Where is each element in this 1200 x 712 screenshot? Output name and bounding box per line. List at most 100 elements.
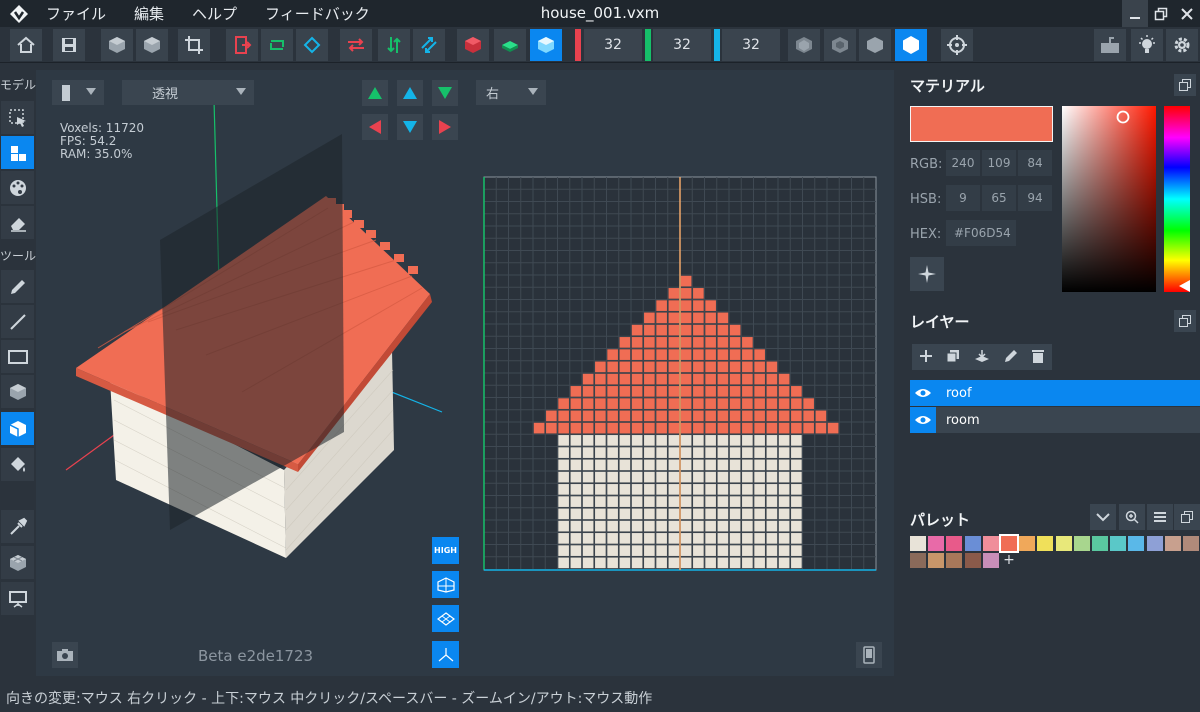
swap-z-icon[interactable] bbox=[413, 29, 445, 61]
chevron-down-icon[interactable] bbox=[1090, 504, 1116, 530]
wall-view-icon[interactable] bbox=[432, 571, 459, 598]
projection-select[interactable]: 透視 bbox=[122, 80, 254, 105]
minimize-icon[interactable] bbox=[1122, 0, 1148, 27]
rgb-b-field[interactable]: 84 bbox=[1018, 150, 1052, 176]
add-color-button[interactable]: + bbox=[1001, 553, 1017, 568]
crop-icon[interactable] bbox=[178, 29, 210, 61]
palette-swatch[interactable] bbox=[1128, 536, 1145, 551]
arrow-up-green-icon[interactable] bbox=[362, 80, 388, 106]
palette-swatch[interactable] bbox=[1164, 536, 1181, 551]
size-x-field[interactable]: 32 bbox=[584, 29, 642, 61]
refresh-icon[interactable] bbox=[261, 29, 293, 61]
cube-grid-icon[interactable] bbox=[1, 546, 34, 579]
palette-swatch[interactable] bbox=[964, 553, 981, 568]
home-icon[interactable] bbox=[10, 29, 42, 61]
menu-feedback[interactable]: フィードバック bbox=[265, 3, 370, 24]
popout-icon[interactable] bbox=[1174, 310, 1196, 332]
sparkle-icon[interactable] bbox=[910, 257, 944, 291]
device-icon[interactable] bbox=[856, 642, 882, 668]
pencil-icon[interactable] bbox=[1, 270, 34, 303]
palette-swatch[interactable] bbox=[928, 553, 945, 568]
presentation-icon[interactable] bbox=[1, 582, 34, 615]
cube-wire-icon[interactable] bbox=[824, 29, 856, 61]
eraser-icon[interactable] bbox=[1, 206, 34, 239]
camera-icon[interactable] bbox=[52, 642, 78, 668]
palette-swatch[interactable] bbox=[946, 536, 963, 551]
close-icon[interactable] bbox=[1174, 0, 1200, 27]
quality-toggle[interactable]: HIGH bbox=[432, 537, 459, 564]
save-icon[interactable] bbox=[53, 29, 85, 61]
duplicate-layer-icon[interactable] bbox=[946, 348, 960, 367]
floor-view-icon[interactable] bbox=[432, 605, 459, 632]
display-mode-select[interactable] bbox=[52, 80, 104, 105]
palette-swatch[interactable] bbox=[999, 534, 1019, 553]
palette-swatch[interactable] bbox=[1110, 536, 1127, 551]
swap-x-icon[interactable] bbox=[340, 29, 372, 61]
cube-red-icon[interactable] bbox=[457, 29, 489, 61]
gear-icon[interactable] bbox=[1166, 29, 1198, 61]
3d-viewport[interactable]: 透視 Voxels: 11720 FPS: 54.2 RAM: 35.0% 右 … bbox=[36, 70, 894, 676]
cube-green-icon[interactable] bbox=[494, 29, 526, 61]
palette-swatch[interactable] bbox=[910, 553, 926, 568]
palette-swatch[interactable] bbox=[982, 536, 999, 551]
cube-blue-icon[interactable] bbox=[530, 29, 562, 61]
cube-up-icon[interactable] bbox=[101, 29, 133, 61]
bulb-icon[interactable] bbox=[1131, 29, 1163, 61]
arrow-down-green-icon[interactable] bbox=[432, 80, 458, 106]
palette-swatch[interactable] bbox=[928, 536, 945, 551]
palette-swatch[interactable] bbox=[946, 553, 963, 568]
hsb-b-field[interactable]: 94 bbox=[1018, 185, 1052, 211]
palette-swatch[interactable] bbox=[964, 536, 981, 551]
palette-swatch[interactable] bbox=[1037, 536, 1054, 551]
box-icon[interactable] bbox=[1, 375, 34, 408]
hue-slider[interactable] bbox=[1164, 106, 1190, 292]
export-icon[interactable] bbox=[226, 29, 258, 61]
target-icon[interactable] bbox=[941, 29, 973, 61]
add-layer-icon[interactable] bbox=[919, 348, 933, 367]
menu-help[interactable]: ヘルプ bbox=[192, 3, 237, 24]
menu-file[interactable]: ファイル bbox=[46, 3, 106, 24]
palette-swatch[interactable] bbox=[910, 536, 926, 551]
hsb-s-field[interactable]: 65 bbox=[982, 185, 1016, 211]
menu-icon[interactable] bbox=[1147, 504, 1173, 530]
eye-icon[interactable] bbox=[910, 407, 936, 433]
palette-swatch[interactable] bbox=[1019, 536, 1036, 551]
cube-solid-icon[interactable] bbox=[859, 29, 891, 61]
restore-icon[interactable] bbox=[1148, 0, 1174, 27]
zoom-icon[interactable] bbox=[1119, 504, 1145, 530]
cube-outline-icon[interactable] bbox=[788, 29, 820, 61]
rgb-g-field[interactable]: 109 bbox=[982, 150, 1016, 176]
eyedropper-icon[interactable] bbox=[1, 510, 34, 543]
eye-icon[interactable] bbox=[910, 380, 936, 406]
face-extrude-icon[interactable] bbox=[1, 412, 34, 445]
menu-edit[interactable]: 編集 bbox=[134, 3, 164, 24]
layer-row-roof[interactable]: roof bbox=[910, 380, 1200, 406]
side-view-select[interactable]: 右 bbox=[476, 80, 546, 105]
layer-row-room[interactable]: room bbox=[910, 407, 1200, 433]
rectangle-icon[interactable] bbox=[1, 340, 34, 373]
cube-down-icon[interactable] bbox=[136, 29, 168, 61]
arrow-right-red-icon[interactable] bbox=[432, 114, 458, 140]
popout-icon[interactable] bbox=[1174, 74, 1196, 96]
palette-swatch[interactable] bbox=[1183, 536, 1199, 551]
arrow-up-blue-icon[interactable] bbox=[397, 80, 423, 106]
size-z-field[interactable]: 32 bbox=[722, 29, 780, 61]
edit-layer-icon[interactable] bbox=[1004, 348, 1018, 367]
arrow-down-blue-icon[interactable] bbox=[397, 114, 423, 140]
app-logo-icon[interactable] bbox=[6, 1, 32, 27]
axes-view-icon[interactable] bbox=[432, 641, 459, 668]
palette-swatch[interactable] bbox=[1073, 536, 1090, 551]
select-icon[interactable] bbox=[1, 101, 34, 134]
blocks-icon[interactable] bbox=[1, 136, 34, 169]
size-y-field[interactable]: 32 bbox=[653, 29, 711, 61]
arrow-left-red-icon[interactable] bbox=[362, 114, 388, 140]
line-icon[interactable] bbox=[1, 305, 34, 338]
current-color-swatch[interactable] bbox=[910, 106, 1053, 142]
rgb-r-field[interactable]: 240 bbox=[946, 150, 980, 176]
color-picker-area[interactable] bbox=[1062, 106, 1156, 292]
palette-swatch[interactable] bbox=[1055, 536, 1072, 551]
fill-bucket-icon[interactable] bbox=[1, 448, 34, 481]
rotate-icon[interactable] bbox=[296, 29, 328, 61]
swap-y-icon[interactable] bbox=[378, 29, 410, 61]
keyboard-icon[interactable] bbox=[1094, 29, 1126, 61]
